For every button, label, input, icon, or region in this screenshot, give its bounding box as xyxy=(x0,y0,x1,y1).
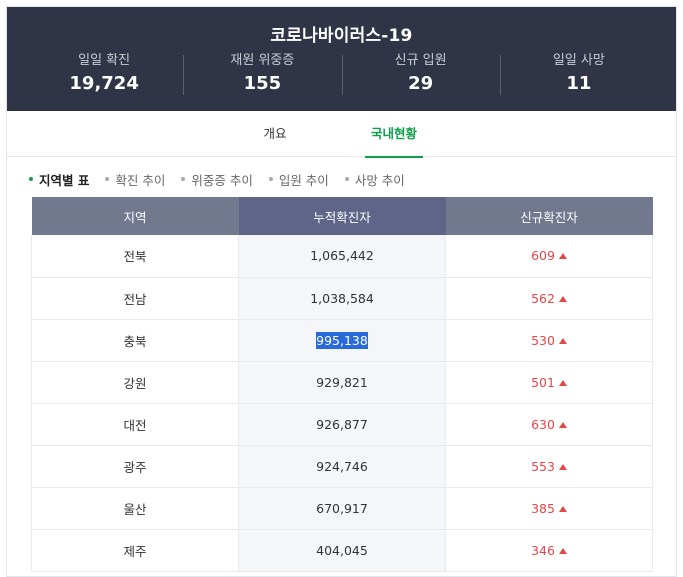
cell-cumulative: 924,746 xyxy=(238,445,446,488)
cell-cumulative: 1,065,442 xyxy=(238,235,446,278)
increase-arrow-icon xyxy=(558,295,567,302)
widget-title: 코로나바이러스-19 xyxy=(270,26,413,46)
cell-cumulative: 926,877 xyxy=(238,403,446,446)
new-count: 609 xyxy=(531,248,555,264)
bullet-icon xyxy=(29,177,33,181)
bullet-icon xyxy=(181,177,186,181)
subnav-label: 확진 추이 xyxy=(115,172,166,188)
stat-label: 일일 사망 xyxy=(552,53,605,68)
subnav-death-trend[interactable]: 사망 추이 xyxy=(344,170,405,189)
table-row: 충북 995,138 530 xyxy=(31,319,653,362)
table-row: 전북 1,065,442 609 xyxy=(31,235,653,278)
subnav-confirmed-trend[interactable]: 확진 추이 xyxy=(105,170,165,189)
stat-daily-deaths: 일일 사망 11 xyxy=(499,53,658,97)
cell-cumulative: 404,045 xyxy=(238,529,446,572)
table-row: 강원 929,821 501 xyxy=(31,361,653,404)
cell-cumulative: 670,917 xyxy=(238,487,446,530)
new-count: 553 xyxy=(531,458,555,474)
header-panel: 코로나바이러스-19 일일 확진 19,724 재원 위중증 155 신규 입원… xyxy=(7,7,676,111)
cell-cumulative: 929,821 xyxy=(238,361,446,404)
stat-daily-confirmed: 일일 확진 19,724 xyxy=(25,53,183,97)
stat-value: 29 xyxy=(408,73,434,94)
column-header-new: 신규확진자 xyxy=(445,197,653,235)
stat-new-admissions: 신규 입원 29 xyxy=(341,53,500,97)
new-count: 530 xyxy=(531,332,555,348)
table-row: 광주 924,746 553 xyxy=(31,445,653,488)
subnav-admission-trend[interactable]: 입원 추이 xyxy=(268,170,329,189)
bullet-icon xyxy=(268,177,273,181)
cell-region: 제주 xyxy=(31,529,239,572)
cell-new: 530 xyxy=(445,319,653,362)
tab-domestic-status[interactable]: 국내현황 xyxy=(365,111,423,158)
increase-arrow-icon xyxy=(558,379,567,386)
new-count: 385 xyxy=(531,500,555,516)
stat-value: 155 xyxy=(243,73,282,94)
subnav-label: 위중증 추이 xyxy=(191,172,253,188)
increase-arrow-icon xyxy=(558,253,567,260)
covid-widget: 코로나바이러스-19 일일 확진 19,724 재원 위중증 155 신규 입원… xyxy=(6,6,677,577)
stat-label: 재원 위중증 xyxy=(230,53,295,68)
tab-bar: 개요 국내현황 xyxy=(7,111,676,158)
new-count: 501 xyxy=(531,374,555,390)
subnav-label: 입원 추이 xyxy=(278,172,329,188)
cell-region: 전북 xyxy=(31,235,239,278)
column-header-region: 지역 xyxy=(31,197,239,235)
subnav-region-table[interactable]: 지역별 표 xyxy=(29,170,89,189)
cell-region: 울산 xyxy=(31,487,239,530)
cell-cumulative: 995,138 xyxy=(238,319,446,362)
cell-region: 충북 xyxy=(31,319,239,362)
cell-new: 553 xyxy=(445,445,653,488)
new-count: 562 xyxy=(531,290,555,306)
table-row: 전남 1,038,584 562 xyxy=(31,277,653,320)
sub-navigation: 지역별 표 확진 추이 위중증 추이 입원 추이 사망 추이 xyxy=(7,157,676,201)
stat-value: 19,724 xyxy=(69,73,139,94)
cell-new: 501 xyxy=(445,361,653,404)
cell-new: 562 xyxy=(445,277,653,320)
column-header-cumulative: 누적확진자 xyxy=(238,197,446,235)
cell-cumulative: 1,038,584 xyxy=(238,277,446,320)
cell-new: 630 xyxy=(445,403,653,446)
increase-arrow-icon xyxy=(558,547,567,554)
new-count: 630 xyxy=(531,416,555,432)
increase-arrow-icon xyxy=(558,505,567,512)
selected-text[interactable]: 995,138 xyxy=(316,331,368,349)
subnav-label: 사망 추이 xyxy=(354,172,405,188)
stat-label: 일일 확진 xyxy=(78,53,131,68)
stat-label: 신규 입원 xyxy=(394,53,447,68)
tab-overview[interactable]: 개요 xyxy=(255,111,295,157)
table-row: 제주 404,045 346 xyxy=(31,529,653,572)
increase-arrow-icon xyxy=(558,463,567,470)
increase-arrow-icon xyxy=(558,421,567,428)
subnav-label: 지역별 표 xyxy=(39,172,90,188)
stats-row: 일일 확진 19,724 재원 위중증 155 신규 입원 29 일일 사망 1… xyxy=(25,53,658,97)
cell-new: 609 xyxy=(445,235,653,278)
new-count: 346 xyxy=(531,542,555,558)
table-row: 대전 926,877 630 xyxy=(31,403,653,446)
subnav-critical-trend[interactable]: 위중증 추이 xyxy=(181,170,253,189)
cell-region: 광주 xyxy=(31,445,239,488)
cell-region: 전남 xyxy=(31,277,239,320)
stat-critical: 재원 위중증 155 xyxy=(183,53,341,97)
stat-value: 11 xyxy=(566,73,592,94)
cell-new: 385 xyxy=(445,487,653,530)
region-table: 지역 누적확진자 신규확진자 전북 1,065,442 609 전남 1,038… xyxy=(31,197,653,572)
increase-arrow-icon xyxy=(558,337,567,344)
table-header-row: 지역 누적확진자 신규확진자 xyxy=(31,197,653,235)
cell-region: 대전 xyxy=(31,403,239,446)
table-row: 울산 670,917 385 xyxy=(31,487,653,530)
bullet-icon xyxy=(105,177,110,181)
cell-new: 346 xyxy=(445,529,653,572)
bullet-icon xyxy=(344,177,349,181)
cell-region: 강원 xyxy=(31,361,239,404)
